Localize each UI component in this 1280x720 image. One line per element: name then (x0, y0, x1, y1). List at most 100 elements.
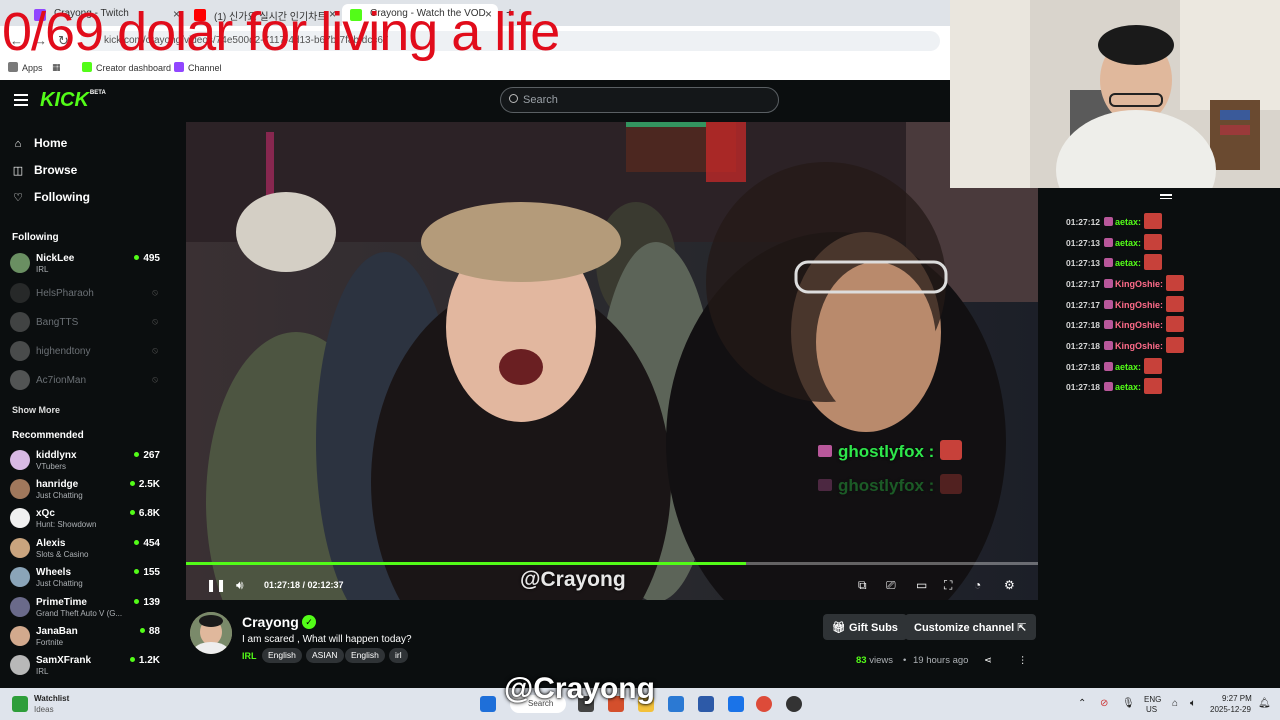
network-icon[interactable]: ⌂ (1172, 698, 1178, 709)
time-display: 01:27:18 / 02:12:37 (264, 580, 344, 590)
volume-icon[interactable]: 🔊︎ (236, 578, 244, 593)
tray-overflow-icon[interactable]: ⌃ (1078, 698, 1086, 709)
emote-icon (1144, 254, 1163, 270)
customize-channel-button[interactable]: Customize channel ⇱ (905, 614, 1036, 640)
grid-icon[interactable]: ▦ (52, 62, 61, 73)
sub-badge-icon (1104, 279, 1114, 288)
chat-message: 01:27:13 aetax: (1066, 234, 1163, 250)
seek-bar-progress (186, 562, 746, 565)
pause-icon[interactable]: ❚❚ (206, 578, 226, 592)
dot-separator: • (903, 655, 907, 666)
avatar (10, 479, 30, 499)
emote-icon (1144, 358, 1163, 374)
channel-watermark: @Crayong (520, 568, 626, 591)
settings-gear-icon[interactable]: ⚙ (1004, 578, 1015, 592)
recommended-channel[interactable]: SamXFrank IRL 1.2K (10, 653, 160, 681)
chrome-icon[interactable] (756, 696, 772, 712)
channel-name[interactable]: Crayong (242, 614, 299, 630)
theater-mode-icon[interactable]: ▭ (916, 578, 927, 592)
clock-time[interactable]: 9:27 PM (1222, 694, 1252, 703)
edge-icon[interactable] (668, 696, 684, 712)
language-top[interactable]: ENG (1144, 695, 1161, 704)
recommended-channel[interactable]: xQc Hunt: Showdown 6.8K (10, 506, 160, 534)
category-link[interactable]: IRL (242, 651, 257, 661)
kick-logo[interactable]: KICKBETA (40, 89, 106, 112)
clock-date[interactable]: 2025-12-29 (1210, 705, 1251, 714)
video-frame (186, 122, 1038, 600)
home-icon: ⌂ (14, 138, 22, 150)
time-ago: 19 hours ago (913, 655, 969, 666)
avatar (10, 253, 30, 273)
recommended-channel[interactable]: kiddlynx VTubers 267 (10, 448, 160, 476)
verified-badge-icon: ✓ (302, 615, 316, 629)
emote-icon (940, 474, 963, 494)
tag-chip[interactable]: English (262, 648, 302, 663)
pip-icon[interactable]: ⧉ (858, 578, 867, 593)
sub-badge-icon (1104, 258, 1114, 267)
show-more-link[interactable]: Show More (12, 405, 60, 415)
bookmark-channel[interactable]: Channel (174, 62, 222, 73)
gift-icon: 🎁︎ (832, 622, 850, 634)
recommended-channel[interactable]: hanridge Just Chatting 2.5K (10, 477, 160, 505)
following-channel-offline[interactable]: Ac7ionMan ⦸ (10, 368, 160, 396)
speaker-icon[interactable]: 🔈︎ (1190, 698, 1196, 709)
stock-widget-icon[interactable] (12, 696, 28, 712)
fullscreen-icon[interactable]: ⛶ (944, 578, 952, 593)
windows-start-icon[interactable] (480, 696, 496, 712)
recommended-channel[interactable]: PrimeTime Grand Theft Auto V (G... 139 (10, 595, 160, 623)
avatar (10, 567, 30, 587)
sub-badge-icon (818, 479, 832, 491)
following-channel-offline[interactable]: BangTTS ⦸ (10, 310, 160, 338)
avatar (10, 312, 30, 332)
widget-title: Watchlist (34, 694, 70, 703)
following-channel-offline[interactable]: HelsPharaoh ⦸ (10, 281, 160, 309)
nav-following[interactable]: ♡ Following (12, 190, 90, 204)
viewer-count: 139 (134, 597, 160, 608)
nav-browse[interactable]: ◫ Browse (12, 163, 78, 177)
chat-message: 01:27:17 KingOshie: (1066, 275, 1185, 291)
microphone-icon[interactable]: 🎙︎ (1122, 698, 1135, 709)
store-icon[interactable] (698, 696, 714, 712)
viewer-count: 1.2K (130, 655, 160, 666)
emote-icon (1166, 296, 1185, 312)
overlay-chat-line: ghostlyfox : (818, 440, 963, 462)
playback-speed-icon[interactable]: ◔ (974, 578, 981, 592)
share-icon[interactable]: ⋖ (984, 655, 992, 666)
tag-chip[interactable]: English (345, 648, 385, 663)
video-player[interactable]: ghostlyfox : ghostlyfox : (186, 122, 1038, 600)
seek-bar[interactable] (186, 562, 1038, 565)
search-placeholder: Search (523, 94, 558, 106)
obs-icon[interactable] (786, 696, 802, 712)
recommended-channel[interactable]: Wheels Just Chatting 155 (10, 565, 160, 593)
bookmark-apps[interactable]: Apps (8, 62, 43, 73)
offline-icon: ⦸ (152, 345, 158, 355)
gift-subs-button[interactable]: 🎁︎ Gift Subs (823, 614, 907, 640)
stream-title: I am scared , What will happen today? (242, 634, 412, 645)
language-bottom[interactable]: US (1146, 705, 1157, 714)
tag-chip[interactable]: ASIAN (306, 648, 344, 663)
menu-icon[interactable] (14, 94, 28, 106)
more-options-icon[interactable]: ⋮ (1018, 655, 1028, 666)
following-channel-nicklee[interactable]: NickLee IRL 495 (10, 251, 160, 279)
outlook-icon[interactable] (728, 696, 744, 712)
recommended-channel[interactable]: Alexis Slots & Casino 454 (10, 536, 160, 564)
search-icon (509, 94, 518, 103)
clip-icon[interactable]: ⎚ (886, 578, 896, 593)
view-count: 83 views (856, 655, 893, 666)
following-channel-offline[interactable]: highendtony ⦸ (10, 339, 160, 367)
sub-badge-icon (1104, 382, 1114, 391)
offline-icon: ⦸ (152, 374, 158, 384)
avatar (10, 370, 30, 390)
notification-bell-icon[interactable]: 🔔︎ (1258, 698, 1271, 709)
chat-message: 01:27:12 aetax: (1066, 213, 1163, 229)
recommended-channel[interactable]: JanaBan Fortnite 88 (10, 624, 160, 652)
tray-app-icon[interactable]: ⊘ (1100, 698, 1108, 709)
channel-avatar[interactable] (190, 612, 232, 654)
nav-home[interactable]: ⌂ Home (12, 136, 68, 150)
sub-badge-icon (818, 445, 832, 457)
bookmark-creator-dashboard[interactable]: Creator dashboard (82, 62, 171, 73)
search-input[interactable]: Search (500, 87, 779, 113)
compass-icon: ◫ (12, 165, 24, 177)
avatar (10, 508, 30, 528)
tag-chip[interactable]: irl (389, 648, 408, 663)
